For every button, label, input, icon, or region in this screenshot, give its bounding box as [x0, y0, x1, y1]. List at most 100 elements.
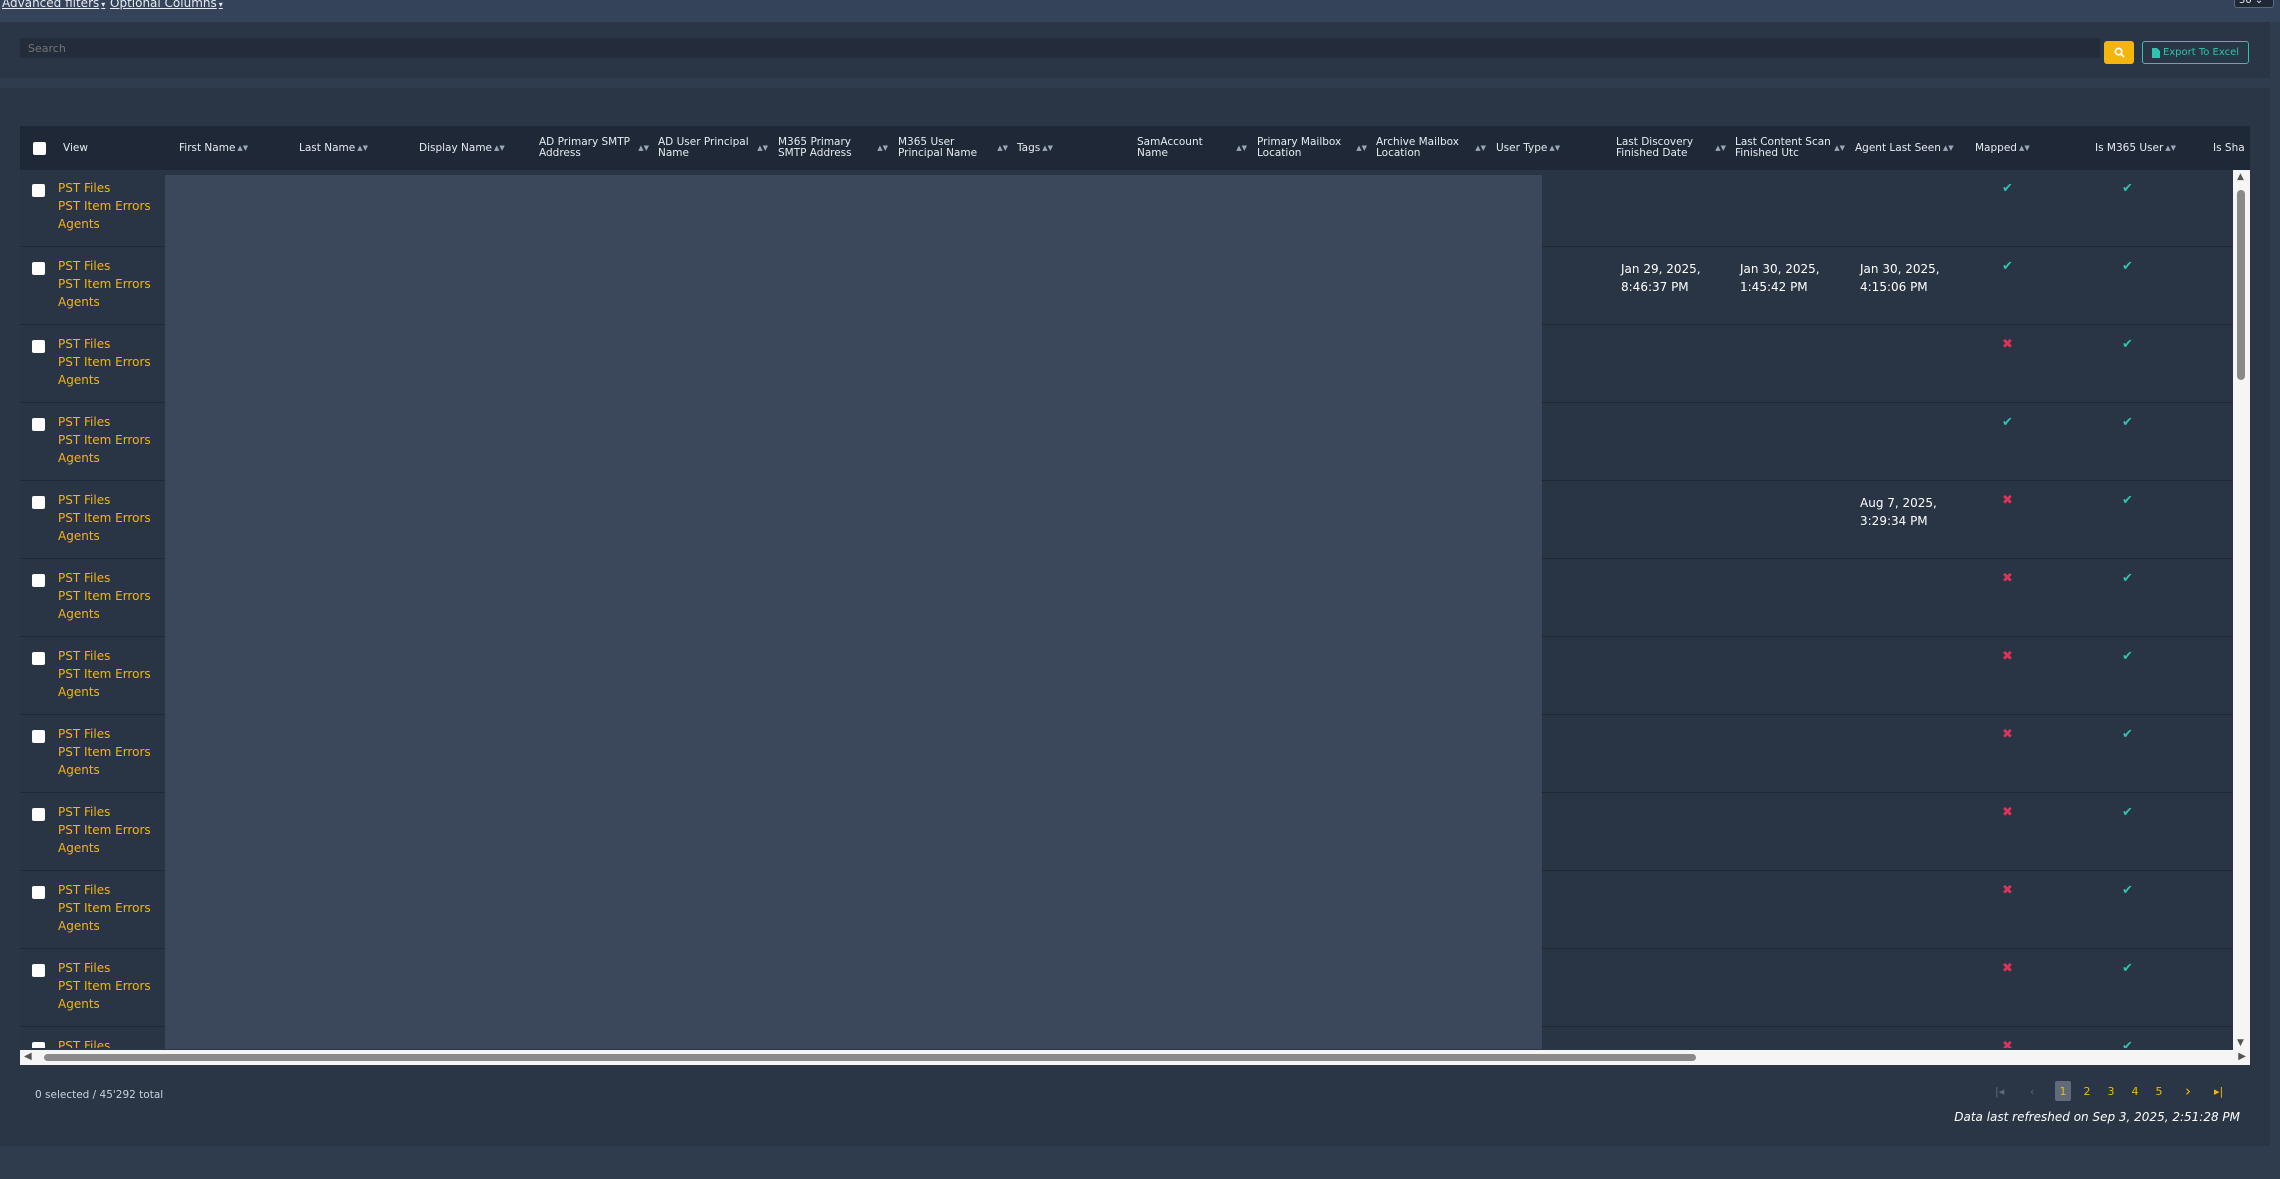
last-page-icon[interactable]: ▸|: [2214, 1081, 2223, 1101]
row-checkbox[interactable]: [32, 886, 45, 899]
scroll-down-icon[interactable]: ▼: [2237, 1038, 2244, 1048]
horizontal-scrollbar[interactable]: ◀ ▶: [20, 1050, 2250, 1065]
advanced-filters-toggle[interactable]: Advanced filters ▾: [2, 0, 105, 10]
sort-icon[interactable]: ▲▼: [494, 143, 505, 154]
scroll-right-icon[interactable]: ▶: [2238, 1051, 2246, 1062]
pst-files-link[interactable]: PST Files: [58, 725, 151, 743]
sort-icon[interactable]: ▲▼: [1834, 143, 1845, 154]
sort-icon[interactable]: ▲▼: [757, 143, 768, 154]
first-page-icon[interactable]: |◂: [1995, 1081, 2004, 1101]
column-header[interactable]: Agent Last Seen ▲▼: [1855, 126, 1965, 170]
pst-item-errors-link[interactable]: PST Item Errors: [58, 587, 151, 605]
search-button[interactable]: [2104, 41, 2134, 64]
agents-link[interactable]: Agents: [58, 995, 151, 1013]
sort-icon[interactable]: ▲▼: [2165, 143, 2176, 154]
column-header[interactable]: First Name ▲▼: [179, 126, 289, 170]
pst-files-link[interactable]: PST Files: [58, 803, 151, 821]
row-checkbox[interactable]: [32, 496, 45, 509]
agents-link[interactable]: Agents: [58, 605, 151, 623]
vertical-scrollbar[interactable]: ▲ ▼: [2233, 170, 2250, 1050]
agents-link[interactable]: Agents: [58, 215, 151, 233]
row-checkbox[interactable]: [32, 808, 45, 821]
sort-icon[interactable]: ▲▼: [2019, 143, 2030, 154]
sort-icon[interactable]: ▲▼: [638, 143, 649, 154]
column-header[interactable]: Primary Mailbox Location ▲▼: [1257, 126, 1367, 170]
pst-files-link[interactable]: PST Files: [58, 179, 151, 197]
column-header[interactable]: M365 User Principal Name ▲▼: [898, 126, 1008, 170]
pst-item-errors-link[interactable]: PST Item Errors: [58, 665, 151, 683]
column-header[interactable]: Last Discovery Finished Date ▲▼: [1616, 126, 1726, 170]
agents-link[interactable]: Agents: [58, 761, 151, 779]
sort-icon[interactable]: ▲▼: [1943, 143, 1954, 154]
column-header[interactable]: Mapped ▲▼: [1975, 126, 2085, 170]
page-size-select[interactable]: 50 ⌄: [2234, 0, 2274, 8]
row-checkbox[interactable]: [32, 652, 45, 665]
pst-files-link[interactable]: PST Files: [58, 491, 151, 509]
page-number[interactable]: 2: [2079, 1081, 2095, 1101]
pst-files-link[interactable]: PST Files: [58, 257, 151, 275]
sort-icon[interactable]: ▲▼: [1549, 143, 1560, 154]
sort-icon[interactable]: ▲▼: [1042, 143, 1053, 154]
pst-files-link[interactable]: PST Files: [58, 413, 151, 431]
pst-item-errors-link[interactable]: PST Item Errors: [58, 431, 151, 449]
sort-icon[interactable]: ▲▼: [1236, 143, 1247, 154]
page-number[interactable]: 3: [2103, 1081, 2119, 1101]
sort-icon[interactable]: ▲▼: [1715, 143, 1726, 154]
row-checkbox[interactable]: [32, 184, 45, 197]
column-header[interactable]: Last Name ▲▼: [299, 126, 409, 170]
pst-files-link[interactable]: PST Files: [58, 881, 151, 899]
page-number[interactable]: 4: [2127, 1081, 2143, 1101]
sort-icon[interactable]: ▲▼: [357, 143, 368, 154]
pst-files-link[interactable]: PST Files: [58, 569, 151, 587]
scroll-left-icon[interactable]: ◀: [24, 1051, 32, 1062]
pst-item-errors-link[interactable]: PST Item Errors: [58, 977, 151, 995]
column-header[interactable]: Archive Mailbox Location ▲▼: [1376, 126, 1486, 170]
page-number[interactable]: 5: [2151, 1081, 2167, 1101]
next-page-icon[interactable]: ›: [2185, 1081, 2191, 1101]
agents-link[interactable]: Agents: [58, 371, 151, 389]
column-header[interactable]: Display Name ▲▼: [419, 126, 529, 170]
sort-icon[interactable]: ▲▼: [237, 143, 248, 154]
row-checkbox[interactable]: [32, 964, 45, 977]
export-to-excel-button[interactable]: Export To Excel: [2142, 41, 2249, 64]
column-header[interactable]: Last Content Scan Finished Utc ▲▼: [1735, 126, 1845, 170]
previous-page-icon[interactable]: ‹: [2030, 1081, 2034, 1101]
optional-columns-toggle[interactable]: Optional Columns ▾: [110, 0, 223, 10]
row-checkbox[interactable]: [32, 574, 45, 587]
agents-link[interactable]: Agents: [58, 917, 151, 935]
pst-files-link[interactable]: PST Files: [58, 647, 151, 665]
pst-item-errors-link[interactable]: PST Item Errors: [58, 509, 151, 527]
agents-link[interactable]: Agents: [58, 527, 151, 545]
column-header[interactable]: SamAccount Name ▲▼: [1137, 126, 1247, 170]
pst-item-errors-link[interactable]: PST Item Errors: [58, 899, 151, 917]
sort-icon[interactable]: ▲▼: [1475, 143, 1486, 154]
horizontal-scroll-thumb[interactable]: [44, 1054, 1696, 1061]
column-header[interactable]: AD Primary SMTP Address ▲▼: [539, 126, 649, 170]
pst-item-errors-link[interactable]: PST Item Errors: [58, 743, 151, 761]
sort-icon[interactable]: ▲▼: [997, 143, 1008, 154]
row-checkbox[interactable]: [32, 340, 45, 353]
sort-icon[interactable]: ▲▼: [1356, 143, 1367, 154]
column-header[interactable]: Is M365 User ▲▼: [2095, 126, 2205, 170]
agents-link[interactable]: Agents: [58, 839, 151, 857]
pst-item-errors-link[interactable]: PST Item Errors: [58, 353, 151, 371]
pst-files-link[interactable]: PST Files: [58, 335, 151, 353]
pst-item-errors-link[interactable]: PST Item Errors: [58, 275, 151, 293]
agents-link[interactable]: Agents: [58, 683, 151, 701]
column-header[interactable]: User Type ▲▼: [1496, 126, 1606, 170]
select-all-checkbox[interactable]: [33, 141, 46, 155]
pst-item-errors-link[interactable]: PST Item Errors: [58, 821, 151, 839]
row-checkbox[interactable]: [32, 262, 45, 275]
agents-link[interactable]: Agents: [58, 449, 151, 467]
column-header[interactable]: Tags ▲▼: [1017, 126, 1127, 170]
scroll-up-icon[interactable]: ▲: [2237, 172, 2244, 182]
search-input[interactable]: [20, 38, 2100, 58]
pst-files-link[interactable]: PST Files: [58, 1037, 151, 1048]
row-checkbox[interactable]: [32, 730, 45, 743]
pst-item-errors-link[interactable]: PST Item Errors: [58, 197, 151, 215]
row-checkbox[interactable]: [32, 1042, 45, 1048]
vertical-scroll-thumb[interactable]: [2237, 190, 2245, 380]
sort-icon[interactable]: ▲▼: [877, 143, 888, 154]
agents-link[interactable]: Agents: [58, 293, 151, 311]
row-checkbox[interactable]: [32, 418, 45, 431]
